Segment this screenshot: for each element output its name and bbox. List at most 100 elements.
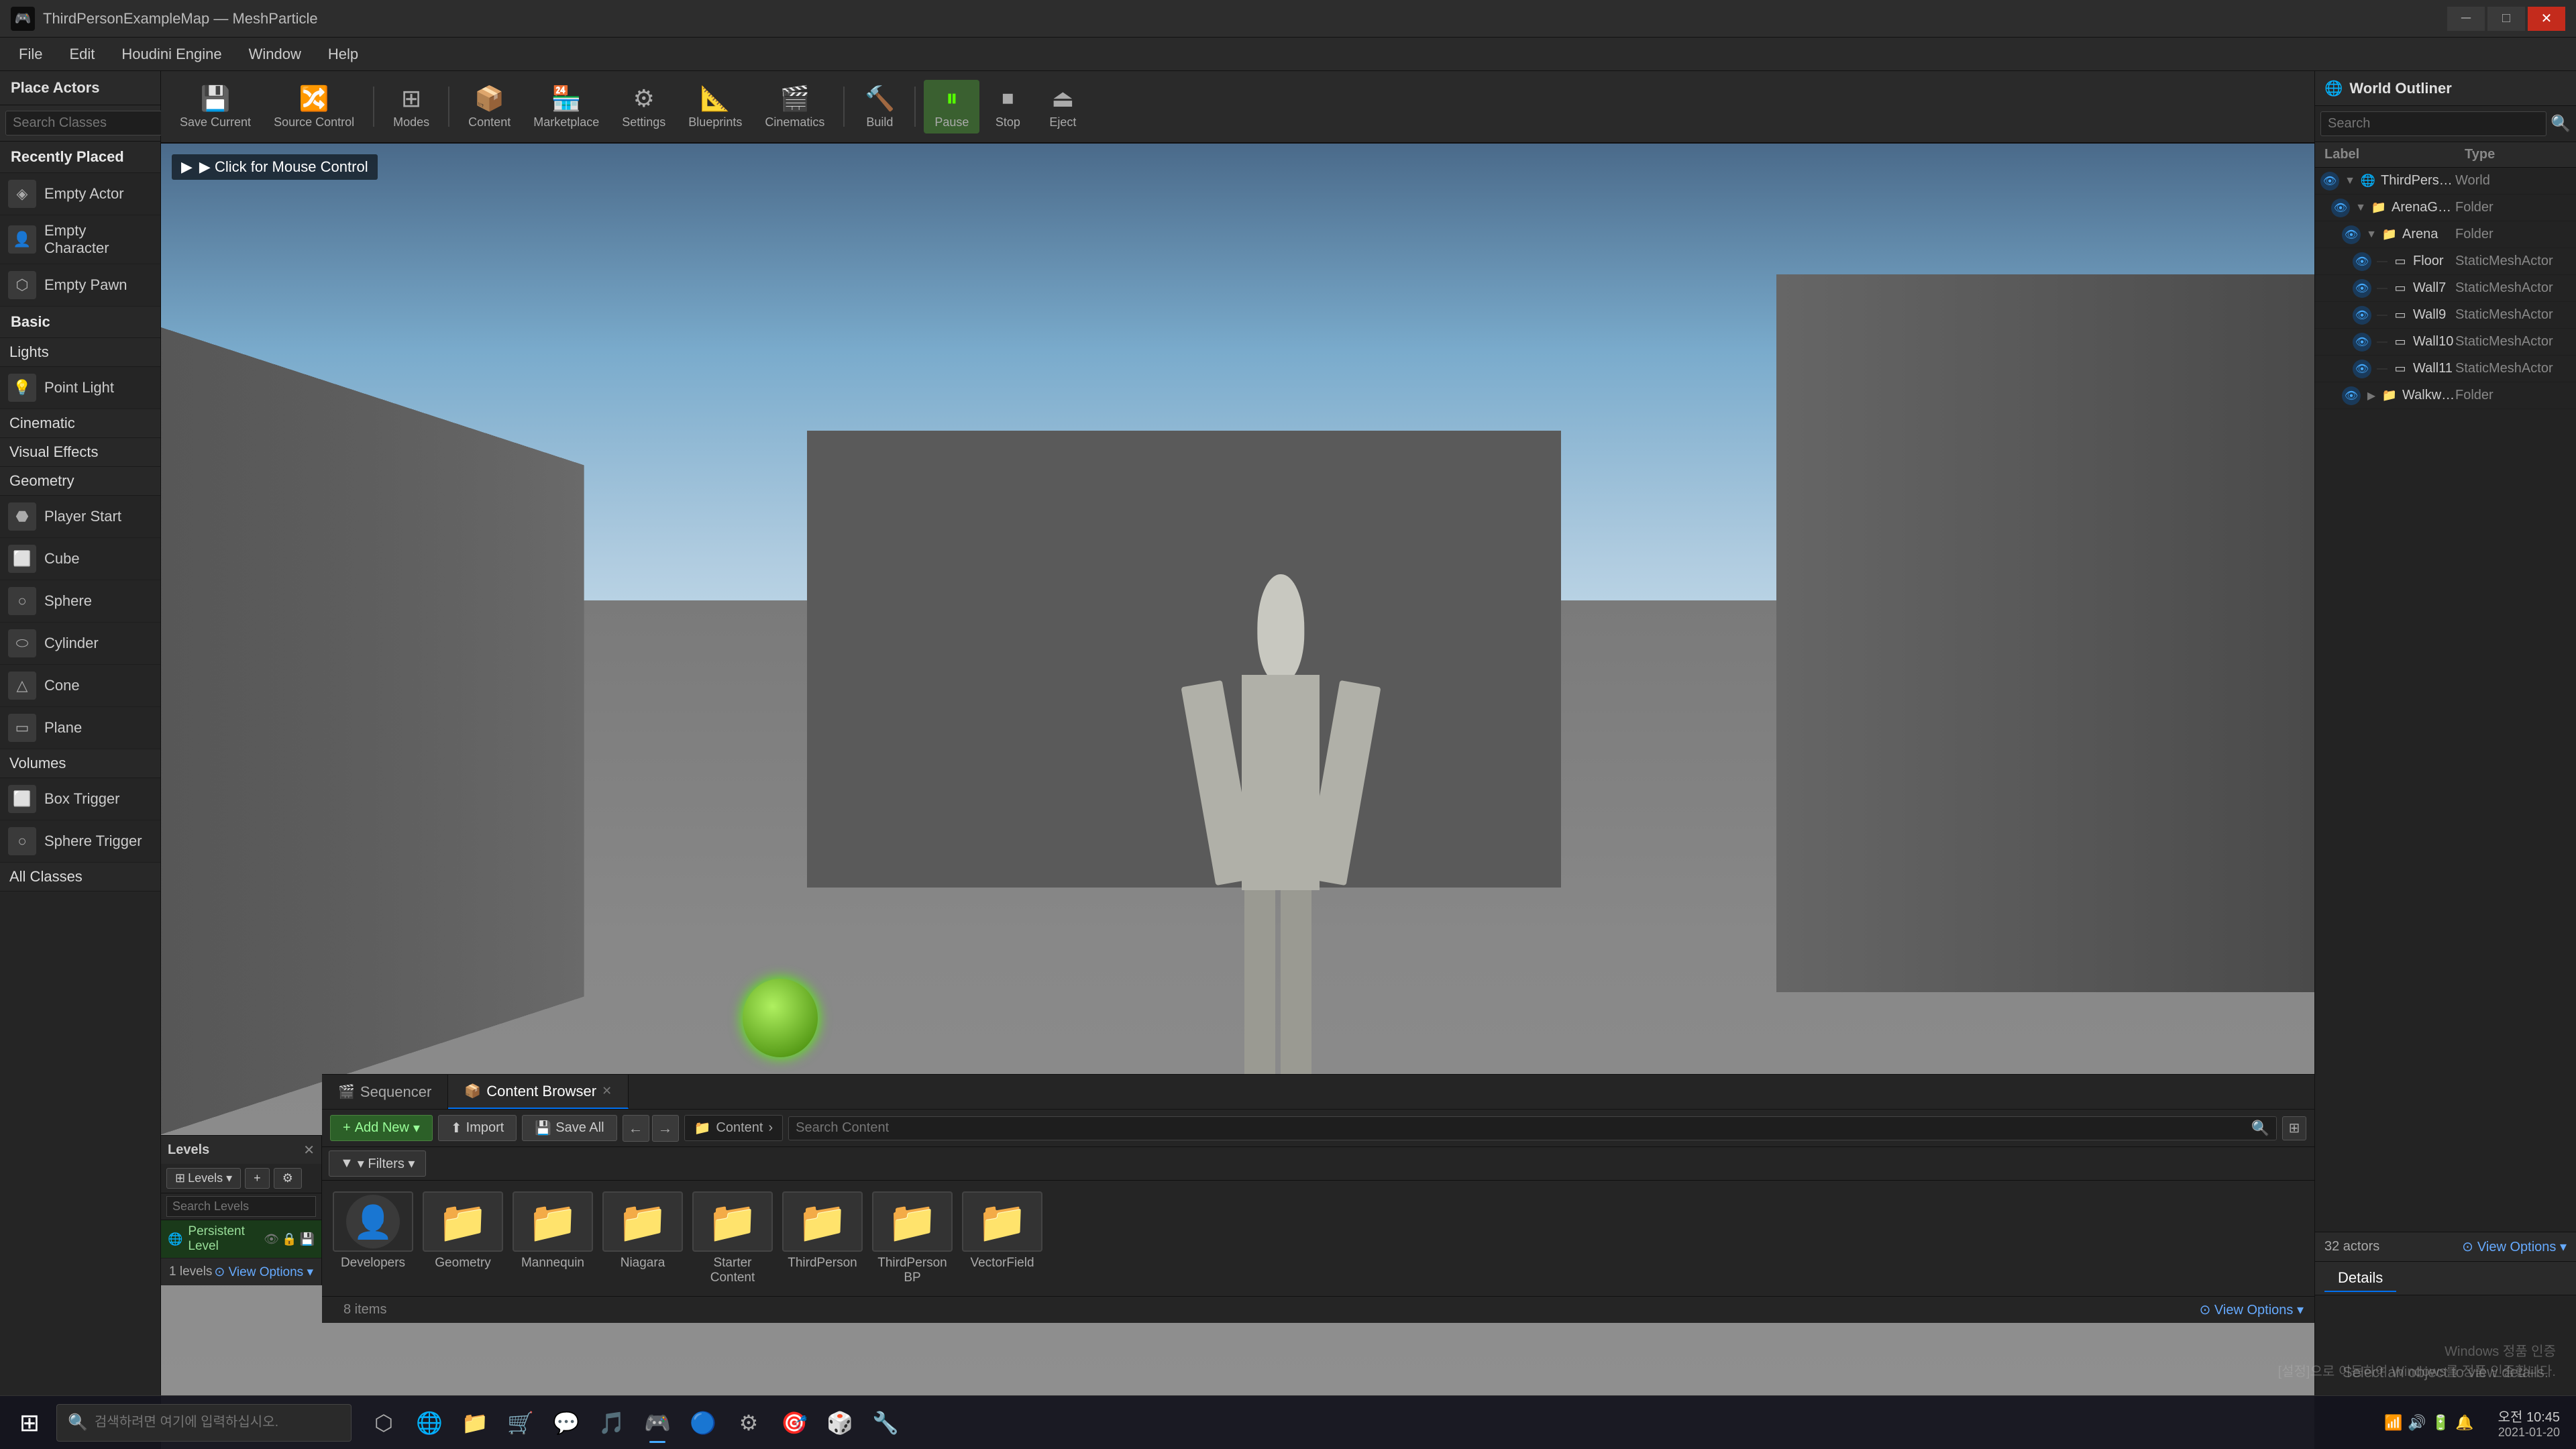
taskbar-app-task-view[interactable]: ⬡ xyxy=(362,1401,405,1444)
wall7-vis-toggle[interactable]: 👁 xyxy=(2353,279,2371,298)
start-button[interactable]: ⊞ xyxy=(8,1401,51,1444)
taskbar-app-ue4[interactable]: 🎮 xyxy=(636,1401,679,1444)
actor-plane[interactable]: ▭ Plane xyxy=(0,707,160,749)
viewport-click-label[interactable]: ▶ ▶ Click for Mouse Control xyxy=(172,154,378,180)
taskbar-app-music[interactable]: 🎵 xyxy=(590,1401,633,1444)
content-item-thirdperson[interactable]: 📁 ThirdPerson xyxy=(782,1191,863,1271)
eject-button[interactable]: ⏏ Eject xyxy=(1036,80,1089,133)
modes-button[interactable]: ⊞ Modes xyxy=(382,80,440,133)
taskbar-app-settings[interactable]: ⚙ xyxy=(727,1401,770,1444)
outliner-row-wall7[interactable]: 👁 — ▭ Wall7 StaticMeshActor xyxy=(2315,275,2576,302)
volume-icon[interactable]: 🔊 xyxy=(2408,1414,2426,1432)
level-save-button[interactable]: 💾 xyxy=(300,1232,315,1246)
level-lock-button[interactable]: 🔒 xyxy=(282,1232,297,1246)
actor-cube[interactable]: ⬜ Cube xyxy=(0,538,160,580)
outliner-row-world[interactable]: 👁 ▼ 🌐 ThirdPersonExampleMap (Play In Edi… xyxy=(2315,168,2576,195)
outliner-row-arena-geometry[interactable]: 👁 ▼ 📁 ArenaGeometry Folder xyxy=(2315,195,2576,221)
arena-geometry-vis-toggle[interactable]: 👁 xyxy=(2331,199,2350,217)
nav-back-button[interactable]: ← xyxy=(623,1115,649,1142)
category-geometry[interactable]: Geometry xyxy=(0,467,160,496)
menu-help[interactable]: Help xyxy=(315,42,372,67)
levels-view-options[interactable]: ⊙ View Options ▾ xyxy=(214,1265,313,1280)
details-tab[interactable]: Details xyxy=(2324,1265,2396,1292)
outliner-row-wall10[interactable]: 👁 — ▭ Wall10 StaticMeshActor xyxy=(2315,329,2576,356)
actor-player-start[interactable]: ⬣ Player Start xyxy=(0,496,160,538)
floor-vis-toggle[interactable]: 👁 xyxy=(2353,252,2371,271)
content-browser-tab-close[interactable]: ✕ xyxy=(602,1084,612,1098)
content-item-starter-content[interactable]: 📁 Starter Content xyxy=(692,1191,773,1285)
content-item-vectorfield[interactable]: 📁 VectorField xyxy=(962,1191,1042,1271)
minimize-button[interactable]: ─ xyxy=(2447,7,2485,31)
menu-edit[interactable]: Edit xyxy=(56,42,108,67)
category-basic[interactable]: Basic xyxy=(0,307,160,338)
outliner-view-options[interactable]: ⊙ View Options ▾ xyxy=(2462,1238,2567,1255)
network-icon[interactable]: 📶 xyxy=(2384,1414,2402,1432)
taskbar-clock[interactable]: 오전 10:45 2021-01-20 xyxy=(2490,1406,2568,1440)
walkway-expand-icon[interactable]: ▶ xyxy=(2365,389,2378,402)
level-vis-button[interactable]: 👁 xyxy=(264,1232,279,1246)
layout-toggle-button[interactable]: ⊞ xyxy=(2282,1116,2306,1140)
actor-empty-actor[interactable]: ◈ Empty Actor xyxy=(0,173,160,215)
category-visual-effects[interactable]: Visual Effects xyxy=(0,438,160,467)
arena-vis-toggle[interactable]: 👁 xyxy=(2342,225,2361,244)
outliner-row-wall11[interactable]: 👁 — ▭ Wall11 StaticMeshActor xyxy=(2315,356,2576,382)
pause-button[interactable]: ⏸ Pause xyxy=(924,80,979,133)
arena-geometry-expand-icon[interactable]: ▼ xyxy=(2354,201,2367,215)
maximize-button[interactable]: □ xyxy=(2487,7,2525,31)
levels-options-button[interactable]: ⚙ xyxy=(274,1168,302,1189)
viewport-container[interactable]: ▶ ▶ Click for Mouse Control xyxy=(161,144,2314,1449)
world-vis-toggle[interactable]: 👁 xyxy=(2320,172,2339,191)
build-button[interactable]: 🔨 Build xyxy=(853,80,906,133)
taskbar-app-chat[interactable]: 💬 xyxy=(545,1401,588,1444)
tab-sequencer[interactable]: 🎬 Sequencer xyxy=(322,1075,448,1109)
notifications-icon[interactable]: 🔔 xyxy=(2455,1414,2473,1432)
settings-button[interactable]: ⚙ Settings xyxy=(611,80,676,133)
stop-button[interactable]: ⏹ Stop xyxy=(981,80,1034,133)
content-item-geometry[interactable]: 📁 Geometry xyxy=(423,1191,503,1271)
actor-sphere-trigger[interactable]: ○ Sphere Trigger xyxy=(0,820,160,863)
filters-button[interactable]: ▼ ▾ Filters ▾ xyxy=(329,1150,426,1177)
outliner-row-walkway[interactable]: 👁 ▶ 📁 Walkway Folder xyxy=(2315,382,2576,409)
arena-expand-icon[interactable]: ▼ xyxy=(2365,228,2378,241)
levels-dropdown-button[interactable]: ⊞ Levels ▾ xyxy=(166,1168,241,1189)
tab-content-browser[interactable]: 📦 Content Browser ✕ xyxy=(448,1075,629,1109)
content-item-niagara[interactable]: 📁 Niagara xyxy=(602,1191,683,1271)
category-cinematic[interactable]: Cinematic xyxy=(0,409,160,438)
taskbar-app-tool1[interactable]: 🎯 xyxy=(773,1401,816,1444)
menu-file[interactable]: File xyxy=(5,42,56,67)
actor-box-trigger[interactable]: ⬜ Box Trigger xyxy=(0,778,160,820)
wall9-vis-toggle[interactable]: 👁 xyxy=(2353,306,2371,325)
actor-cone[interactable]: △ Cone xyxy=(0,665,160,707)
category-volumes[interactable]: Volumes xyxy=(0,749,160,778)
outliner-row-floor[interactable]: 👁 — ▭ Floor StaticMeshActor xyxy=(2315,248,2576,275)
menu-houdini[interactable]: Houdini Engine xyxy=(108,42,235,67)
outliner-search-input[interactable] xyxy=(2320,111,2546,136)
blueprints-button[interactable]: 📐 Blueprints xyxy=(678,80,753,133)
taskbar-app-visual-studio[interactable]: 🔵 xyxy=(682,1401,724,1444)
world-expand-icon[interactable]: ▼ xyxy=(2343,174,2357,188)
battery-icon[interactable]: 🔋 xyxy=(2432,1414,2450,1432)
levels-search-input[interactable] xyxy=(166,1196,316,1217)
content-item-mannequin[interactable]: 📁 Mannequin xyxy=(513,1191,593,1271)
taskbar-app-chrome[interactable]: 🌐 xyxy=(408,1401,451,1444)
content-button[interactable]: 📦 Content xyxy=(458,80,521,133)
category-lights[interactable]: Lights xyxy=(0,338,160,367)
menu-window[interactable]: Window xyxy=(235,42,315,67)
actor-cylinder[interactable]: ⬭ Cylinder xyxy=(0,623,160,665)
category-recently-placed[interactable]: Recently Placed xyxy=(0,142,160,173)
levels-close-button[interactable]: ✕ xyxy=(303,1142,315,1159)
walkway-vis-toggle[interactable]: 👁 xyxy=(2342,386,2361,405)
taskbar-app-tool2[interactable]: 🎲 xyxy=(818,1401,861,1444)
actor-sphere[interactable]: ○ Sphere xyxy=(0,580,160,623)
content-search-bar[interactable]: 🔍 xyxy=(788,1116,2277,1140)
taskbar-search-input[interactable] xyxy=(95,1415,340,1430)
category-all-classes[interactable]: All Classes xyxy=(0,863,160,892)
taskbar-app-tool3[interactable]: 🔧 xyxy=(864,1401,907,1444)
save-current-button[interactable]: 💾 Save Current xyxy=(169,80,262,133)
source-control-button[interactable]: 🔀 Source Control xyxy=(263,80,365,133)
actor-empty-character[interactable]: 👤 Empty Character xyxy=(0,215,160,264)
add-new-button[interactable]: + Add New ▾ xyxy=(330,1115,433,1141)
save-all-button[interactable]: 💾 Save All xyxy=(522,1115,616,1141)
persistent-level-item[interactable]: 🌐 Persistent Level 👁 🔒 💾 xyxy=(161,1220,321,1258)
wall11-vis-toggle[interactable]: 👁 xyxy=(2353,360,2371,378)
